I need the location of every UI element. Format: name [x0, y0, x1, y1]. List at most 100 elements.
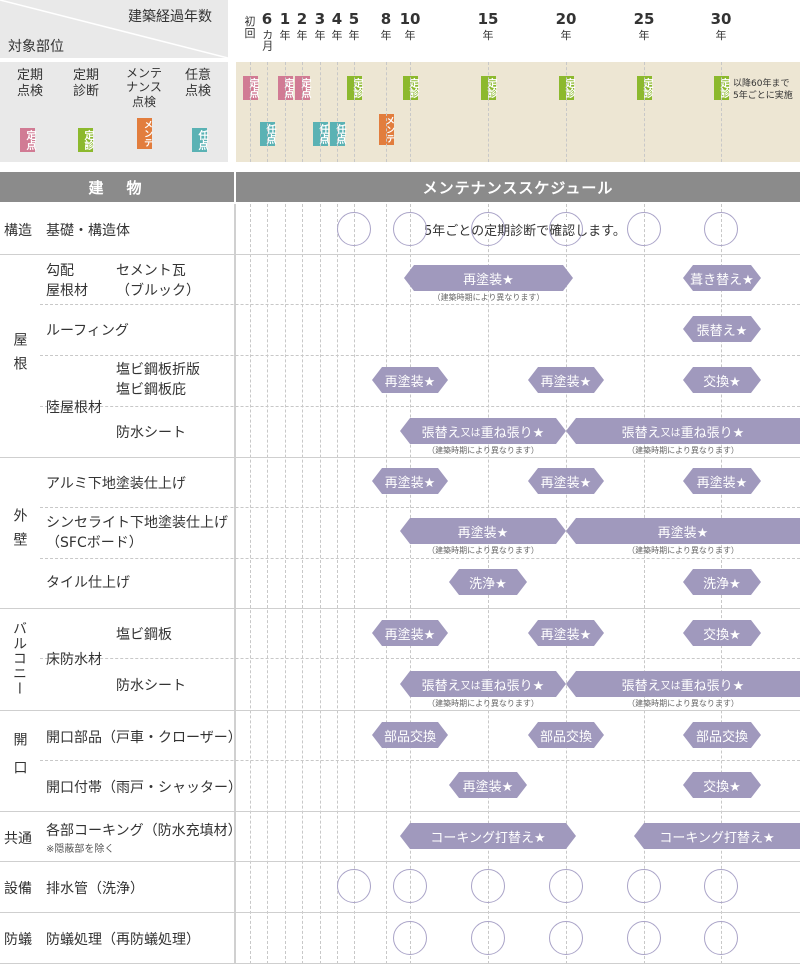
year-unit: 年: [560, 29, 572, 42]
building-header: 建 物: [0, 172, 234, 202]
schedule-bar: 部品交換: [528, 722, 604, 748]
legend-tag-mente: メンテ: [137, 118, 152, 149]
item-balcony-sheet: 防水シート: [116, 678, 186, 694]
cat-structure: 構造: [4, 223, 32, 239]
schedule-bar: 洗浄★: [683, 569, 761, 595]
inspection-circle: [704, 921, 738, 955]
bar-label-or: 又は: [460, 427, 481, 439]
grid-vline: [320, 62, 321, 162]
item-syncera: シンセライト下地塗装仕上げ （SFCボード）: [46, 515, 228, 551]
grid-vline: [354, 62, 355, 162]
cat-termite: 防蟻: [4, 932, 32, 948]
item-roof-sheet: 防水シート: [116, 425, 186, 441]
cat-opening: 開口: [11, 732, 28, 788]
grid-vline: [644, 62, 645, 162]
schedule-bar: 再塗装★: [449, 772, 527, 798]
inspection-circle: [627, 212, 661, 246]
inspection-circle: [393, 869, 427, 903]
schedule-bar: 部品交換: [683, 722, 761, 748]
cat-roof: 屋根: [11, 332, 28, 380]
item-caulk: 各部コーキング（防水充填材）: [46, 823, 242, 839]
schedule-header-text: メンテナンススケジュール: [422, 178, 614, 197]
legend-teiki-tenken: 定期 点検: [16, 68, 43, 100]
schedule-bar: 再塗装★: [400, 518, 566, 544]
period-note: （建築時期により異なります）: [627, 699, 739, 708]
grid-vline: [566, 204, 567, 964]
item-balcony-pvc: 塩ビ鋼板: [116, 627, 172, 643]
inspection-circle: [627, 869, 661, 903]
bar-label: 張替え: [421, 678, 461, 694]
year-number: 10: [399, 10, 421, 28]
row-divider: [40, 406, 800, 407]
grid-vline: [566, 62, 567, 162]
inspection-circle: [471, 212, 505, 246]
schedule-bar: 交換★: [683, 367, 761, 393]
bar-label-or: 又は: [660, 680, 681, 692]
year-number: 20: [555, 10, 577, 28]
period-note: （建築時期により異なります）: [432, 293, 545, 302]
item-opening-parts: 開口部品（戸車・クローザー）: [46, 730, 242, 746]
grid-vline: [410, 204, 411, 964]
row-divider: [0, 912, 800, 913]
schedule-bar: 洗浄★: [449, 569, 527, 595]
grid-vline: [386, 204, 387, 964]
grid-vline: [250, 204, 251, 964]
grid-vline: [302, 62, 303, 162]
inspection-circle: [337, 212, 371, 246]
period-note: （建築時期により異なります）: [427, 699, 539, 708]
period-note: （建築時期により異なります）: [627, 446, 739, 455]
year-unit: 年: [482, 29, 494, 42]
inspection-circle: [471, 921, 505, 955]
row-divider: [0, 710, 800, 711]
year-col-10: 20 年: [552, 10, 580, 42]
schedule-bar: 張替え 又は 重ね張り★: [566, 418, 800, 444]
year-col-11: 25 年: [630, 12, 658, 42]
elapsed-years-label: 建築経過年数: [128, 9, 212, 25]
row-divider: [0, 608, 800, 609]
year-unit: 年: [348, 29, 360, 42]
grid-vline: [337, 62, 338, 162]
period-note: （建築時期により異なります）: [627, 546, 739, 555]
schedule-bar: コーキング打替え★: [400, 823, 576, 849]
period-note: （建築時期により異なります）: [427, 546, 539, 555]
schedule-bar: コーキング打替え★: [634, 823, 800, 849]
schedule-bar: 部品交換: [372, 722, 448, 748]
year-unit: 年: [404, 29, 416, 42]
schedule-bar: 張替え 又は 重ね張り★: [566, 671, 800, 697]
row-divider: [40, 760, 800, 761]
cat-equip: 設備: [4, 881, 32, 897]
inspection-circle: [549, 869, 583, 903]
item-balcony-floor: 床防水材: [46, 652, 102, 668]
item-termite: 防蟻処理（再防蟻処理）: [46, 932, 200, 948]
grid-vline: [410, 62, 411, 162]
grid-vline: [302, 204, 303, 964]
item-flat-roof: 陸屋根材: [46, 400, 102, 416]
schedule-bar: 再塗装★: [372, 620, 448, 646]
row-divider: [0, 254, 800, 255]
schedule-header: メンテナンススケジュール: [236, 172, 800, 202]
schedule-bar: 張替え 又は 重ね張り★: [400, 418, 566, 444]
grid-vline: [267, 62, 268, 162]
schedule-bar: 再塗装★: [372, 367, 448, 393]
item-drain: 排水管（洗浄）: [46, 881, 144, 897]
row-divider: [40, 658, 800, 659]
grid-vline: [644, 204, 645, 964]
year-unit: 年: [715, 29, 727, 42]
row-divider: [0, 861, 800, 862]
legend-teiki-shindan: 定期 診断: [72, 68, 99, 100]
row-divider: [40, 355, 800, 356]
grid-vline: [285, 204, 286, 964]
row-divider: [40, 507, 800, 508]
left-divider: [234, 204, 236, 964]
bar-label: 重ね張り★: [680, 678, 745, 694]
schedule-bar: 再塗装★: [528, 468, 604, 494]
row-divider: [40, 558, 800, 559]
schedule-bar: 再塗装★: [404, 265, 573, 291]
row-divider: [0, 457, 800, 458]
row-divider: [40, 304, 800, 305]
schedule-bar: 張替え★: [683, 316, 761, 342]
inspection-circle: [549, 921, 583, 955]
legend-tag-ten: 定点: [20, 128, 35, 152]
year-number: 15: [477, 10, 499, 28]
inspection-circle: [337, 869, 371, 903]
